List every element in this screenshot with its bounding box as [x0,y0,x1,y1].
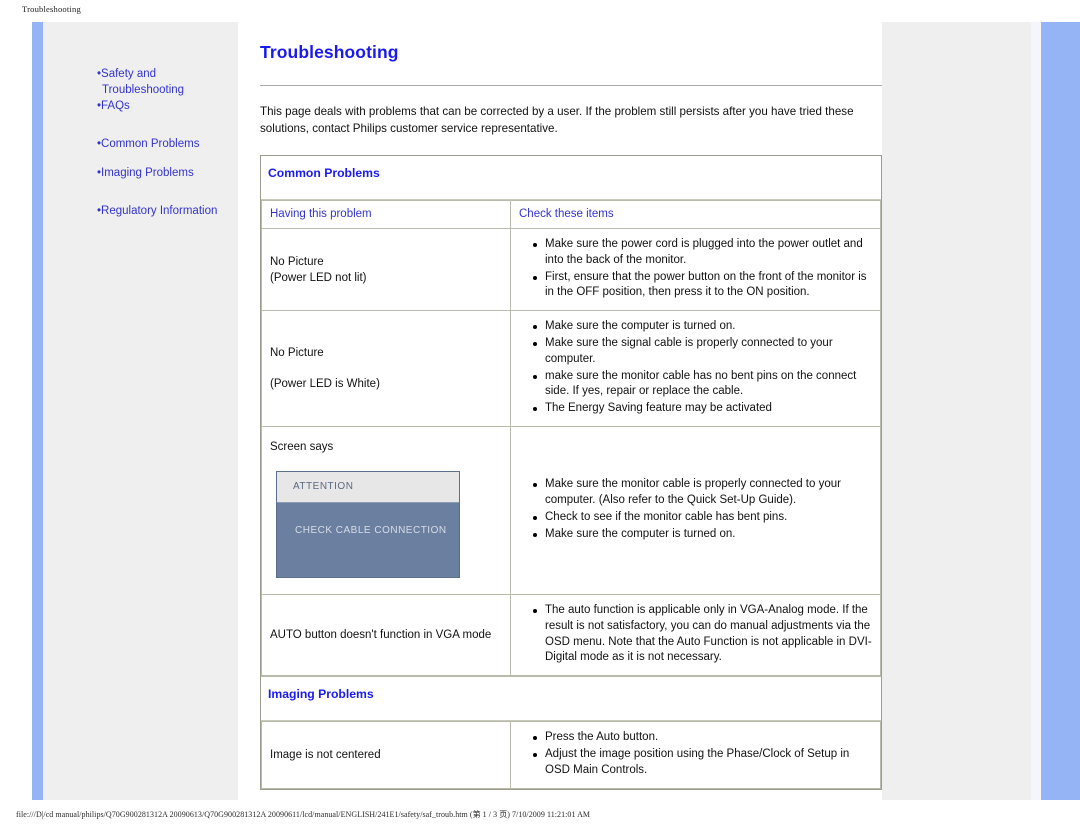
table-row: AUTO button doesn't function in VGA mode… [261,593,881,677]
list-item: Press the Auto button. [533,730,872,746]
sidebar-item-label: Troubleshooting [102,84,185,97]
list-item: Make sure the signal cable is properly c… [533,336,872,368]
problem-line-1: Image is not centered [270,748,381,761]
table-row: No Picture (Power LED is White) Make sur… [261,310,881,427]
check-items-list: Make sure the monitor cable is properly … [515,477,872,542]
title-divider [260,85,882,86]
problem-line-spacer [270,361,502,376]
problem-line-1: No Picture [270,347,324,360]
section-title: Common Problems [268,166,380,180]
check-items-list: The auto function is applicable only in … [515,603,872,666]
common-problems-section-header: Common Problems [261,156,881,200]
imaging-problems-section-header: Imaging Problems [261,676,881,722]
column-header-check: Check these items [510,200,881,229]
left-blue-rail [32,22,43,800]
sidebar-item-label: Common Problems [101,137,200,150]
check-items-list: Make sure the computer is turned on. Mak… [515,319,872,417]
print-footer-path: file:///D|/cd manual/philips/Q70G9002813… [16,810,591,819]
sidebar-item-label: Regulatory Information [101,205,218,218]
list-item: Adjust the image position using the Phas… [533,747,872,779]
table-row: Image is not centered Press the Auto but… [261,721,881,789]
problem-cell: Screen says ATTENTION CHECK CABLE CONNEC… [261,425,511,595]
list-item: Check to see if the monitor cable has be… [533,510,872,526]
common-problems-table: Having this problem Check these items No… [261,200,881,677]
intro-paragraph: This page deals with problems that can b… [260,105,854,135]
problem-line-1: No Picture [270,255,324,268]
imaging-problems-table: Image is not centered Press the Auto but… [261,721,881,789]
right-gray-filler [882,22,1031,800]
table-row: Screen says ATTENTION CHECK CABLE CONNEC… [261,425,881,595]
problem-line-2: (Power LED is White) [270,378,380,391]
list-item: make sure the monitor cable has no bent … [533,369,872,401]
check-items-cell: The auto function is applicable only in … [510,593,881,677]
sidebar-item-label: Safety and [101,68,157,80]
check-items-cell: Make sure the power cord is plugged into… [510,227,881,312]
right-edge-strip [1031,22,1041,800]
problem-cell: AUTO button doesn't function in VGA mode [261,593,511,677]
list-item: Make sure the computer is turned on. [533,527,872,543]
list-item: Make sure the power cord is plugged into… [533,237,872,269]
list-item: The auto function is applicable only in … [533,603,872,666]
column-header-problem: Having this problem [261,200,511,229]
problem-line-1: AUTO button doesn't function in VGA mode [270,629,492,642]
print-header-title: Troubleshooting [22,4,81,14]
osd-attention-graphic: ATTENTION CHECK CABLE CONNECTION [276,470,460,578]
list-item: Make sure the monitor cable is properly … [533,477,872,509]
osd-message: CHECK CABLE CONNECTION [277,502,459,577]
problem-line-1: Screen says [270,440,334,453]
main-content: Troubleshooting This page deals with pro… [238,22,882,800]
problem-cell: Image is not centered [261,721,511,789]
osd-title: ATTENTION [277,471,459,503]
section-title: Imaging Problems [268,687,374,702]
sidebar-item-label: Imaging Problems [101,166,194,179]
common-problems-table-wrapper: Common Problems Having this problem Chec… [260,155,882,790]
sidebar-item-label: FAQs [101,100,130,113]
printed-page: Troubleshooting •Safety and Troubleshoot… [0,0,1080,834]
document-body: •Safety and Troubleshooting •FAQs •Commo… [22,22,1080,800]
check-items-list: Make sure the power cord is plugged into… [515,237,872,301]
list-item: Make sure the computer is turned on. [533,319,872,335]
list-item: The Energy Saving feature may be activat… [533,401,872,417]
list-item: First, ensure that the power button on t… [533,270,872,302]
table-row: No Picture (Power LED not lit) Make sure… [261,227,881,312]
page-title: Troubleshooting [260,42,399,62]
check-items-cell: Make sure the computer is turned on. Mak… [510,310,881,427]
right-blue-rail [1041,22,1080,800]
problem-cell: No Picture (Power LED not lit) [261,227,511,312]
problem-cell: No Picture (Power LED is White) [261,310,511,427]
check-items-cell: Press the Auto button. Adjust the image … [510,721,881,789]
problem-line-2: (Power LED not lit) [270,271,367,284]
check-items-list: Press the Auto button. Adjust the image … [515,730,872,778]
check-items-cell: Make sure the monitor cable is properly … [510,425,881,595]
sidebar: •Safety and Troubleshooting •FAQs •Commo… [43,22,238,800]
table-header-row: Having this problem Check these items [261,200,881,229]
